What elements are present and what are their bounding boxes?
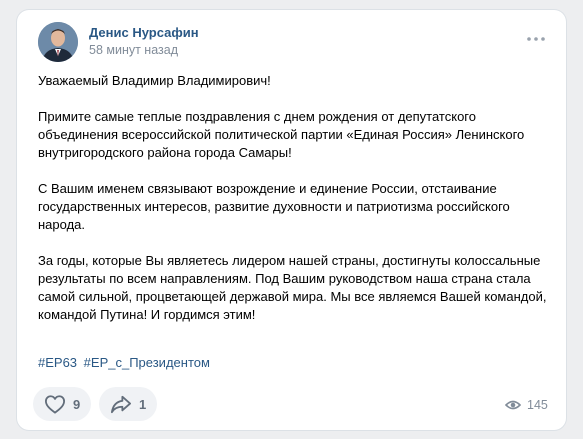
post-paragraph-greeting: Уважаемый Владимир Владимирович! [38, 73, 271, 88]
share-button[interactable]: 1 [99, 387, 157, 421]
hashtags: #ЕР63 #ЕР_с_Президентом [38, 355, 213, 370]
post-card: Денис Нурсафин 58 минут назад Уважаемый … [17, 10, 566, 430]
like-count: 9 [73, 396, 81, 412]
post-paragraph-congratulation: Примите самые теплые поздравления с днем… [38, 109, 525, 160]
author-name[interactable]: Денис Нурсафин [89, 25, 199, 40]
hashtag-link[interactable]: #ЕР_с_Президентом [84, 355, 210, 370]
more-horizontal-icon [527, 37, 545, 41]
post-text: Уважаемый Владимир Владимирович! Примите… [38, 72, 553, 342]
eye-icon [505, 400, 521, 410]
like-button[interactable]: 9 [33, 387, 91, 421]
avatar[interactable] [38, 22, 78, 62]
share-count: 1 [139, 396, 147, 412]
views-counter: 145 [505, 398, 548, 412]
more-options-button[interactable] [525, 32, 547, 44]
share-arrow-icon [111, 395, 131, 414]
views-count: 145 [527, 398, 548, 412]
post-paragraph-merits: С Вашим именем связывают возрождение и е… [38, 181, 510, 232]
post-paragraph-results: За годы, которые Вы являетесь лидером на… [38, 253, 547, 322]
heart-icon [45, 395, 65, 414]
post-timestamp[interactable]: 58 минут назад [89, 43, 178, 57]
hashtag-link[interactable]: #ЕР63 [38, 355, 77, 370]
